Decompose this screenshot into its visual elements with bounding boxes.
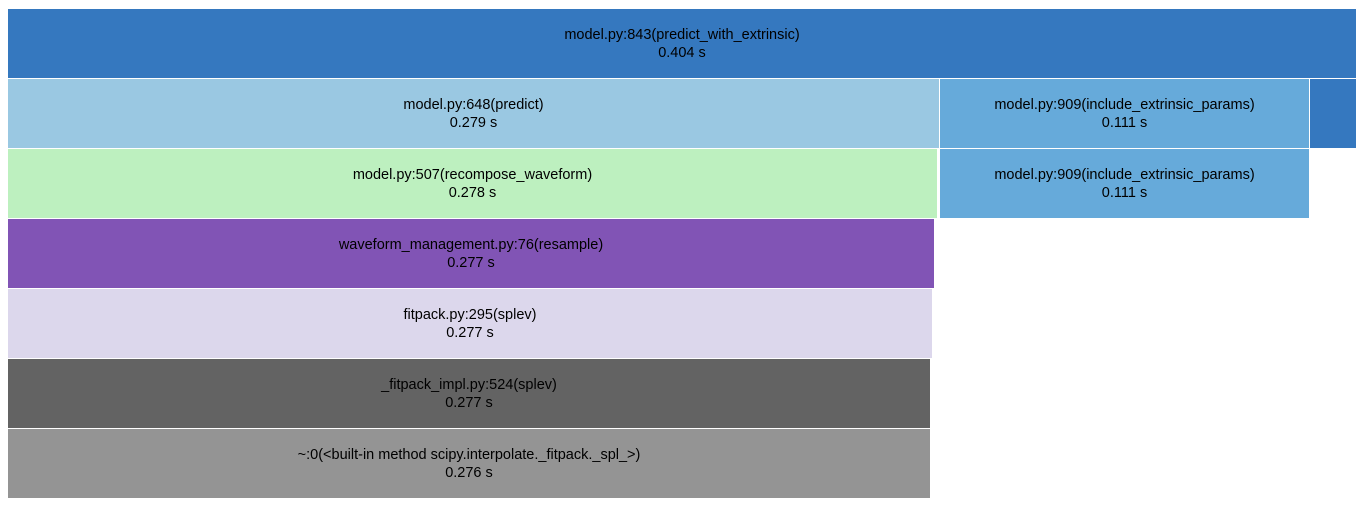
frame-resample[interactable]: waveform_management.py:76(resample) 0.27… bbox=[8, 219, 934, 288]
frame-time: 0.276 s bbox=[445, 464, 493, 481]
frame-include-extrinsic-params[interactable]: model.py:909(include_extrinsic_params) 0… bbox=[940, 149, 1309, 218]
frame-label: _fitpack_impl.py:524(splev) bbox=[381, 376, 557, 393]
frame-label: model.py:909(include_extrinsic_params) bbox=[994, 96, 1255, 113]
frame-time: 0.278 s bbox=[448, 184, 497, 201]
frame-label: ~:0(<built-in method scipy.interpolate._… bbox=[297, 446, 641, 463]
frame-label: model.py:909(include_extrinsic_params) bbox=[994, 166, 1255, 183]
frame-include-extrinsic-params[interactable]: model.py:909(include_extrinsic_params) 0… bbox=[940, 79, 1309, 148]
frame-time: 0.277 s bbox=[446, 324, 494, 341]
frame-recompose-waveform[interactable]: model.py:507(recompose_waveform) 0.278 s bbox=[8, 149, 937, 218]
frame-label: model.py:843(predict_with_extrinsic) bbox=[564, 26, 800, 43]
frame-time: 0.111 s bbox=[1101, 114, 1148, 131]
frame-time: 0.277 s bbox=[445, 394, 493, 411]
frame-label: model.py:507(recompose_waveform) bbox=[352, 166, 593, 183]
frame-label: fitpack.py:295(splev) bbox=[403, 306, 537, 323]
frame-label: waveform_management.py:76(resample) bbox=[338, 236, 604, 253]
frame-label: model.py:648(predict) bbox=[403, 96, 544, 113]
icicle-chart: model.py:843(predict_with_extrinsic) 0.4… bbox=[0, 0, 1367, 511]
frame-fitpack-splev[interactable]: fitpack.py:295(splev) 0.277 s bbox=[8, 289, 932, 358]
frame-time: 0.404 s bbox=[658, 44, 706, 61]
frame-time: 0.279 s bbox=[449, 114, 498, 131]
frame-time: 0.111 s bbox=[1101, 184, 1148, 201]
frame-builtin-spl[interactable]: ~:0(<built-in method scipy.interpolate._… bbox=[8, 429, 930, 498]
frame-predict[interactable]: model.py:648(predict) 0.279 s bbox=[8, 79, 939, 148]
frame-time: 0.277 s bbox=[447, 254, 495, 271]
frame-unlabeled-small[interactable] bbox=[1310, 79, 1356, 148]
frame-predict-with-extrinsic[interactable]: model.py:843(predict_with_extrinsic) 0.4… bbox=[8, 9, 1356, 78]
frame-fitpack-impl-splev[interactable]: _fitpack_impl.py:524(splev) 0.277 s bbox=[8, 359, 930, 428]
